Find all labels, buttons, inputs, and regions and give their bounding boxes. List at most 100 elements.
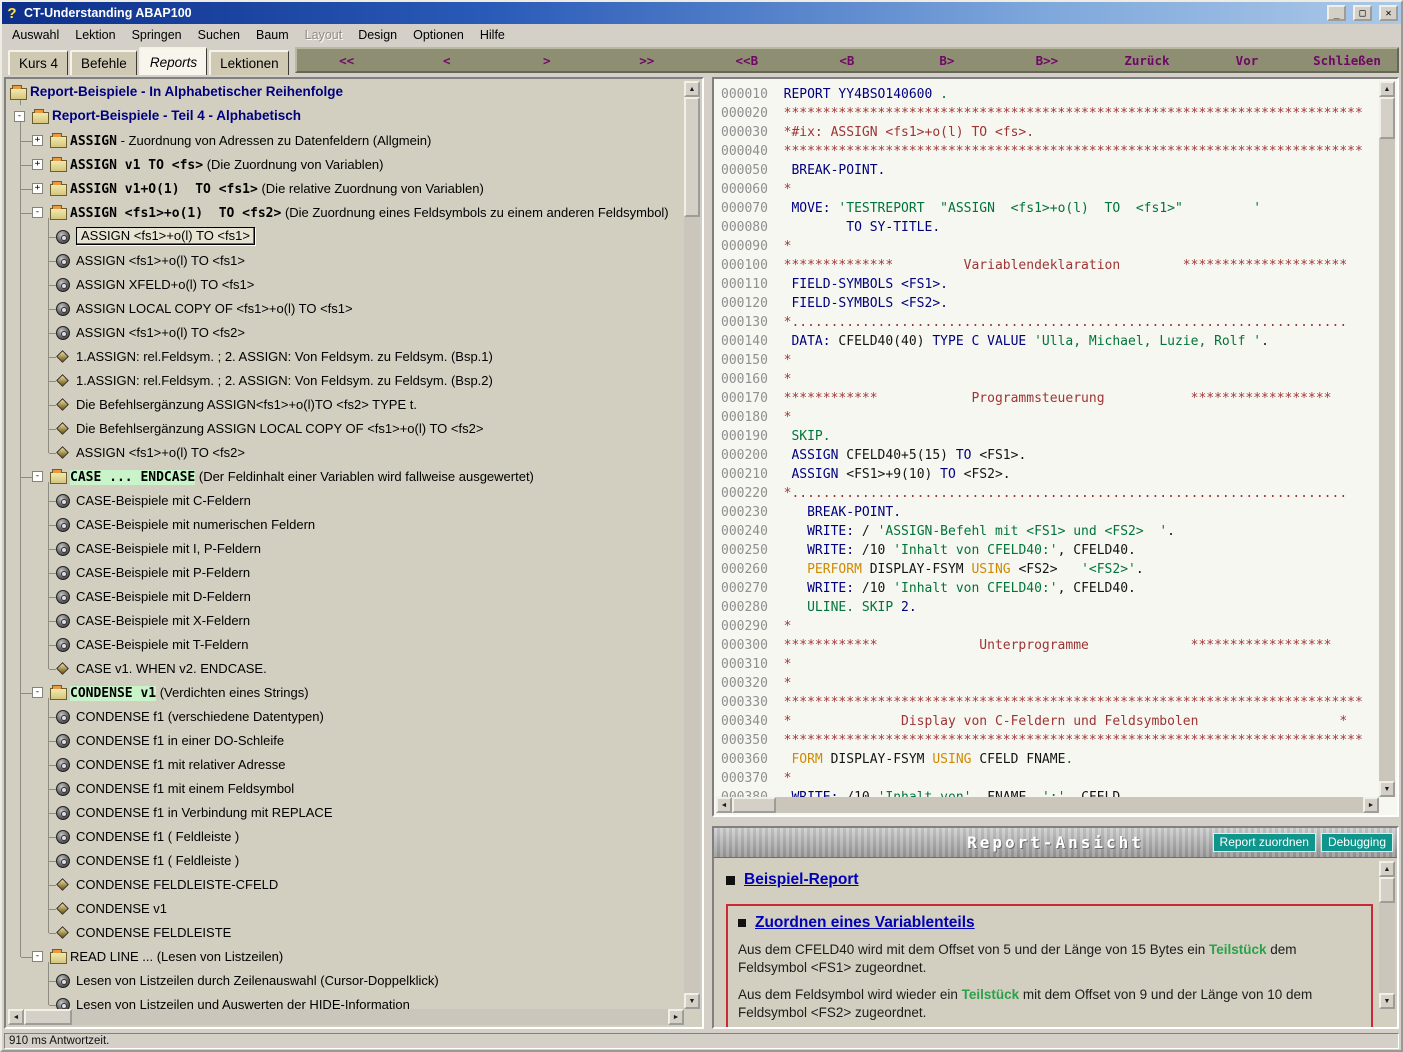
tree-expander-plus-icon[interactable]: + xyxy=(32,183,43,194)
menu-item-lektion[interactable]: Lektion xyxy=(67,26,123,44)
scroll-up-arrow-icon[interactable]: ▲ xyxy=(1379,81,1395,97)
maximize-button[interactable]: □ xyxy=(1353,5,1372,21)
tree-item[interactable]: CONDENSE FELDLEISTE-CFELD xyxy=(8,873,684,897)
tree-item[interactable]: -Report-Beispiele - Teil 4 - Alphabetisc… xyxy=(8,105,684,129)
scroll-thumb[interactable] xyxy=(684,97,700,217)
nav-button-schliessen[interactable]: Schließen xyxy=(1297,53,1397,68)
tree-item[interactable]: CONDENSE FELDLEISTE xyxy=(8,921,684,945)
tree-item[interactable]: CONDENSE f1 mit einem Feldsymbol xyxy=(8,777,684,801)
horizontal-splitter[interactable] xyxy=(712,817,1399,826)
tree-item[interactable]: -CONDENSE v1 (Verdichten eines Strings) xyxy=(8,681,684,705)
nav-button-first[interactable]: << xyxy=(297,53,397,68)
tree-item[interactable]: ASSIGN <fs1>+o(l) TO <fs1> xyxy=(8,249,684,273)
tree-item[interactable]: ASSIGN <fs1>+o(l) TO <fs1> xyxy=(8,225,684,249)
scroll-up-arrow-icon[interactable]: ▲ xyxy=(1379,861,1395,877)
tree-item[interactable]: +ASSIGN - Zuordnung von Adressen zu Date… xyxy=(8,129,684,153)
tree-item[interactable]: CASE-Beispiele mit X-Feldern xyxy=(8,609,684,633)
tree-item[interactable]: CONDENSE f1 (verschiedene Datentypen) xyxy=(8,705,684,729)
tree-item[interactable]: -CASE ... ENDCASE (Der Feldinhalt einer … xyxy=(8,465,684,489)
tree-item[interactable]: Lesen von Listzeilen und Auswerten der H… xyxy=(8,993,684,1009)
tree-item[interactable]: CONDENSE f1 ( Feldleiste ) xyxy=(8,849,684,873)
tree-item[interactable]: +ASSIGN v1 TO <fs> (Die Zuordnung von Va… xyxy=(8,153,684,177)
nav-button-last-b[interactable]: B>> xyxy=(997,53,1097,68)
tree-expander-minus-icon[interactable]: - xyxy=(14,111,25,122)
tree-expander-plus-icon[interactable]: + xyxy=(32,159,43,170)
menu-item-optionen[interactable]: Optionen xyxy=(405,26,472,44)
tree-expander-minus-icon[interactable]: - xyxy=(32,471,43,482)
tree-item[interactable]: CASE-Beispiele mit T-Feldern xyxy=(8,633,684,657)
tree-item[interactable]: ASSIGN <fs1>+o(l) TO <fs2> xyxy=(8,441,684,465)
tree-item[interactable]: -ASSIGN <fs1>+o(1) TO <fs2> (Die Zuordnu… xyxy=(8,201,684,225)
nav-button-next[interactable]: > xyxy=(497,53,597,68)
nav-button-first-b[interactable]: <<B xyxy=(697,53,797,68)
tree-expander-minus-icon[interactable]: - xyxy=(32,951,43,962)
tree-item[interactable]: CONDENSE f1 in Verbindung mit REPLACE xyxy=(8,801,684,825)
panel-splitter[interactable] xyxy=(704,77,712,1029)
scroll-up-arrow-icon[interactable]: ▲ xyxy=(684,81,700,97)
tree-item[interactable]: CONDENSE f1 ( Feldleiste ) xyxy=(8,825,684,849)
scroll-thumb[interactable] xyxy=(1379,97,1395,139)
tree-item[interactable]: 1.ASSIGN: rel.Feldsym. ; 2. ASSIGN: Von … xyxy=(8,369,684,393)
tree-item[interactable]: Die Befehlsergänzung ASSIGN LOCAL COPY O… xyxy=(8,417,684,441)
tab-befehle[interactable]: Befehle xyxy=(70,50,137,75)
scroll-thumb[interactable] xyxy=(24,1009,72,1025)
tree-item[interactable]: CASE-Beispiele mit C-Feldern xyxy=(8,489,684,513)
tree-vertical-scrollbar[interactable]: ▲ ▼ xyxy=(684,81,700,1009)
nav-button-prev[interactable]: < xyxy=(397,53,497,68)
tab-lektionen[interactable]: Lektionen xyxy=(209,50,289,75)
scroll-down-arrow-icon[interactable]: ▼ xyxy=(684,993,700,1009)
menu-item-suchen[interactable]: Suchen xyxy=(190,26,248,44)
tree-item[interactable]: Die Befehlsergänzung ASSIGN<fs1>+o(l)TO … xyxy=(8,393,684,417)
nav-button-zurueck[interactable]: Zurück xyxy=(1097,53,1197,68)
zuordnen-variablenteil-link[interactable]: Zuordnen eines Variablenteils xyxy=(755,914,975,932)
tree-horizontal-scrollbar[interactable]: ◄ ► xyxy=(8,1009,684,1025)
tree-item[interactable]: CASE-Beispiele mit P-Feldern xyxy=(8,561,684,585)
nav-button-last[interactable]: >> xyxy=(597,53,697,68)
tree-item[interactable]: CASE-Beispiele mit numerischen Feldern xyxy=(8,513,684,537)
menu-item-hilfe[interactable]: Hilfe xyxy=(472,26,513,44)
scroll-right-arrow-icon[interactable]: ► xyxy=(1363,797,1379,813)
code-vertical-scrollbar[interactable]: ▲ ▼ xyxy=(1379,81,1395,797)
tree-expander-minus-icon[interactable]: - xyxy=(32,687,43,698)
tree-item[interactable]: -READ LINE ... (Lesen von Listzeilen) xyxy=(8,945,684,969)
tab-kurs-4[interactable]: Kurs 4 xyxy=(8,50,68,75)
tree-item[interactable]: ASSIGN <fs1>+o(l) TO <fs2> xyxy=(8,321,684,345)
tree-item[interactable]: ASSIGN LOCAL COPY OF <fs1>+o(l) TO <fs1> xyxy=(8,297,684,321)
debugging-button[interactable]: Debugging xyxy=(1321,833,1393,852)
menu-item-auswahl[interactable]: Auswahl xyxy=(4,26,67,44)
gear-icon xyxy=(56,758,70,772)
tree-expander-plus-icon[interactable]: + xyxy=(32,135,43,146)
nav-button-prev-b[interactable]: <B xyxy=(797,53,897,68)
beispiel-report-link[interactable]: Beispiel-Report xyxy=(744,871,859,889)
scroll-left-arrow-icon[interactable]: ◄ xyxy=(716,797,732,813)
tree-item[interactable]: CASE-Beispiele mit I, P-Feldern xyxy=(8,537,684,561)
tree-item[interactable]: CONDENSE f1 in einer DO-Schleife xyxy=(8,729,684,753)
tree-item[interactable]: Lesen von Listzeilen durch Zeilenauswahl… xyxy=(8,969,684,993)
scroll-thumb[interactable] xyxy=(1379,877,1395,903)
menu-item-design[interactable]: Design xyxy=(350,26,405,44)
nav-button-next-b[interactable]: B> xyxy=(897,53,997,68)
tree-item[interactable]: CONDENSE v1 xyxy=(8,897,684,921)
tree-item[interactable]: ASSIGN XFELD+o(l) TO <fs1> xyxy=(8,273,684,297)
report-vertical-scrollbar[interactable]: ▲ ▼ xyxy=(1379,861,1395,1009)
close-button[interactable]: ✕ xyxy=(1379,5,1398,21)
minimize-button[interactable]: _ xyxy=(1327,5,1346,21)
tree-item[interactable]: CASE-Beispiele mit D-Feldern xyxy=(8,585,684,609)
scroll-left-arrow-icon[interactable]: ◄ xyxy=(8,1009,24,1025)
code-horizontal-scrollbar[interactable]: ◄ ► xyxy=(716,797,1379,813)
tree-item[interactable]: +ASSIGN v1+O(1) TO <fs1> (Die relative Z… xyxy=(8,177,684,201)
tree-item[interactable]: Report-Beispiele - In Alphabetischer Rei… xyxy=(8,81,684,105)
menu-item-springen[interactable]: Springen xyxy=(124,26,190,44)
scroll-down-arrow-icon[interactable]: ▼ xyxy=(1379,993,1395,1009)
tree-item[interactable]: CASE v1. WHEN v2. ENDCASE. xyxy=(8,657,684,681)
menu-item-baum[interactable]: Baum xyxy=(248,26,297,44)
scroll-right-arrow-icon[interactable]: ► xyxy=(668,1009,684,1025)
scroll-down-arrow-icon[interactable]: ▼ xyxy=(1379,781,1395,797)
tree-item[interactable]: 1.ASSIGN: rel.Feldsym. ; 2. ASSIGN: Von … xyxy=(8,345,684,369)
report-zuordnen-button[interactable]: Report zuordnen xyxy=(1213,833,1316,852)
tree-item[interactable]: CONDENSE f1 mit relativer Adresse xyxy=(8,753,684,777)
scroll-thumb[interactable] xyxy=(732,797,776,813)
tree-expander-minus-icon[interactable]: - xyxy=(32,207,43,218)
nav-button-vor[interactable]: Vor xyxy=(1197,53,1297,68)
tab-reports[interactable]: Reports xyxy=(139,47,207,75)
